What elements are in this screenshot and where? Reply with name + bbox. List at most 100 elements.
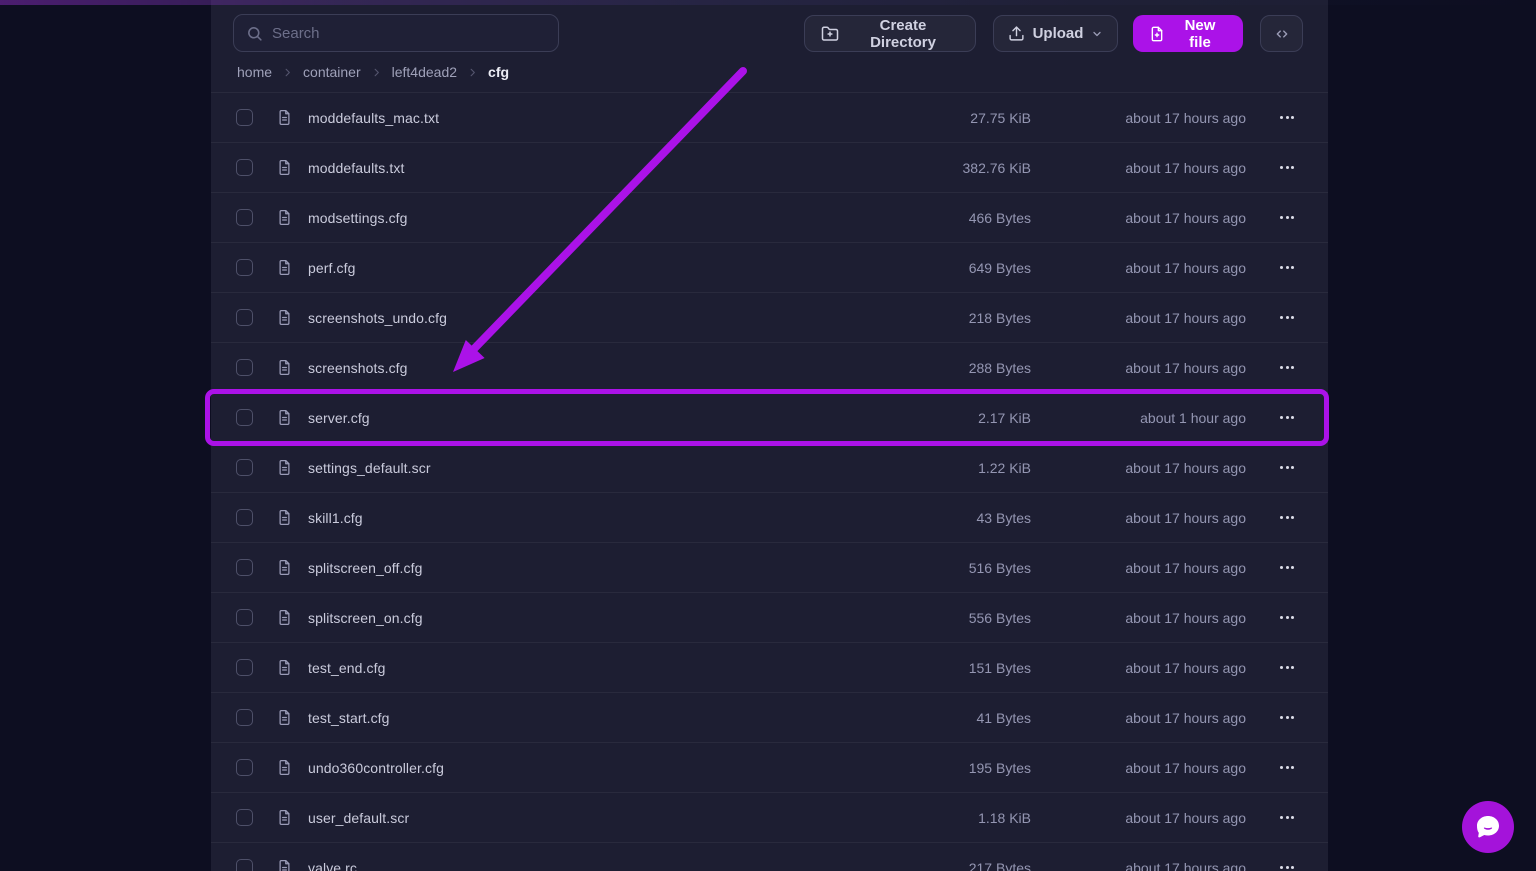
file-name[interactable]: skill1.cfg: [308, 510, 363, 526]
search-input[interactable]: [272, 25, 546, 42]
file-icon: [277, 109, 292, 126]
row-checkbox[interactable]: [236, 409, 253, 426]
ellipsis-icon: [1280, 566, 1283, 569]
row-menu-button[interactable]: [1273, 506, 1301, 530]
file-name[interactable]: test_start.cfg: [308, 710, 390, 726]
row-menu-button[interactable]: [1273, 106, 1301, 130]
ellipsis-icon: [1286, 116, 1289, 119]
row-checkbox[interactable]: [236, 709, 253, 726]
table-row[interactable]: valve.rc 217 Bytes about 17 hours ago: [211, 842, 1328, 871]
create-directory-label: Create Directory: [847, 17, 959, 51]
row-menu-button[interactable]: [1273, 156, 1301, 180]
table-row[interactable]: test_end.cfg 151 Bytes about 17 hours ag…: [211, 642, 1328, 692]
table-row[interactable]: settings_default.scr 1.22 KiB about 17 h…: [211, 442, 1328, 492]
row-checkbox[interactable]: [236, 759, 253, 776]
file-size: 556 Bytes: [969, 593, 1031, 642]
file-name[interactable]: user_default.scr: [308, 810, 409, 826]
create-directory-button[interactable]: Create Directory: [804, 15, 976, 52]
ellipsis-icon: [1291, 116, 1294, 119]
file-name[interactable]: moddefaults_mac.txt: [308, 110, 439, 126]
file-name[interactable]: splitscreen_on.cfg: [308, 610, 423, 626]
row-checkbox[interactable]: [236, 609, 253, 626]
table-row[interactable]: perf.cfg 649 Bytes about 17 hours ago: [211, 242, 1328, 292]
row-menu-button[interactable]: [1273, 806, 1301, 830]
row-checkbox[interactable]: [236, 509, 253, 526]
row-checkbox[interactable]: [236, 809, 253, 826]
search-icon: [246, 25, 263, 42]
ellipsis-icon: [1280, 616, 1283, 619]
code-view-button[interactable]: [1260, 15, 1303, 52]
table-row[interactable]: server.cfg 2.17 KiB about 1 hour ago: [211, 392, 1328, 442]
table-row[interactable]: screenshots_undo.cfg 218 Bytes about 17 …: [211, 292, 1328, 342]
table-row[interactable]: skill1.cfg 43 Bytes about 17 hours ago: [211, 492, 1328, 542]
file-size: 2.17 KiB: [978, 393, 1031, 442]
file-name[interactable]: settings_default.scr: [308, 460, 431, 476]
file-modified: about 17 hours ago: [1125, 293, 1246, 342]
row-menu-button[interactable]: [1273, 556, 1301, 580]
file-modified: about 17 hours ago: [1125, 643, 1246, 692]
row-menu-button[interactable]: [1273, 256, 1301, 280]
row-menu-button[interactable]: [1273, 856, 1301, 871]
ellipsis-icon: [1286, 416, 1289, 419]
ellipsis-icon: [1291, 766, 1294, 769]
row-menu-button[interactable]: [1273, 606, 1301, 630]
row-checkbox[interactable]: [236, 359, 253, 376]
row-checkbox[interactable]: [236, 209, 253, 226]
breadcrumb-item-left4dead2[interactable]: left4dead2: [392, 64, 457, 80]
ellipsis-icon: [1280, 316, 1283, 319]
row-menu-button[interactable]: [1273, 656, 1301, 680]
ellipsis-icon: [1286, 316, 1289, 319]
file-modified: about 1 hour ago: [1140, 393, 1246, 442]
table-row[interactable]: undo360controller.cfg 195 Bytes about 17…: [211, 742, 1328, 792]
file-icon: [277, 609, 292, 626]
row-menu-button[interactable]: [1273, 306, 1301, 330]
row-menu-button[interactable]: [1273, 356, 1301, 380]
table-row[interactable]: moddefaults.txt 382.76 KiB about 17 hour…: [211, 142, 1328, 192]
file-name[interactable]: splitscreen_off.cfg: [308, 560, 422, 576]
new-file-button[interactable]: New file: [1133, 15, 1243, 52]
row-menu-button[interactable]: [1273, 756, 1301, 780]
row-checkbox[interactable]: [236, 309, 253, 326]
file-name[interactable]: screenshots.cfg: [308, 360, 408, 376]
file-name[interactable]: valve.rc: [308, 860, 357, 871]
ellipsis-icon: [1291, 616, 1294, 619]
breadcrumb-item-home[interactable]: home: [237, 64, 272, 80]
file-name[interactable]: server.cfg: [308, 410, 370, 426]
row-checkbox[interactable]: [236, 109, 253, 126]
ellipsis-icon: [1291, 416, 1294, 419]
breadcrumb-item-container[interactable]: container: [303, 64, 361, 80]
table-row[interactable]: screenshots.cfg 288 Bytes about 17 hours…: [211, 342, 1328, 392]
row-menu-button[interactable]: [1273, 456, 1301, 480]
row-menu-button[interactable]: [1273, 206, 1301, 230]
file-name[interactable]: test_end.cfg: [308, 660, 385, 676]
file-name[interactable]: modsettings.cfg: [308, 210, 408, 226]
file-size: 43 Bytes: [977, 493, 1031, 542]
ellipsis-icon: [1291, 516, 1294, 519]
table-row[interactable]: splitscreen_on.cfg 556 Bytes about 17 ho…: [211, 592, 1328, 642]
file-name[interactable]: screenshots_undo.cfg: [308, 310, 447, 326]
chat-icon: [1473, 812, 1503, 842]
file-modified: about 17 hours ago: [1125, 243, 1246, 292]
row-menu-button[interactable]: [1273, 406, 1301, 430]
row-checkbox[interactable]: [236, 659, 253, 676]
upload-button[interactable]: Upload: [993, 15, 1118, 52]
row-menu-button[interactable]: [1273, 706, 1301, 730]
file-name[interactable]: moddefaults.txt: [308, 160, 404, 176]
table-row[interactable]: user_default.scr 1.18 KiB about 17 hours…: [211, 792, 1328, 842]
ellipsis-icon: [1280, 766, 1283, 769]
table-row[interactable]: modsettings.cfg 466 Bytes about 17 hours…: [211, 192, 1328, 242]
search-box[interactable]: [233, 14, 559, 52]
row-checkbox[interactable]: [236, 259, 253, 276]
row-checkbox[interactable]: [236, 559, 253, 576]
chat-button[interactable]: [1462, 801, 1514, 853]
table-row[interactable]: splitscreen_off.cfg 516 Bytes about 17 h…: [211, 542, 1328, 592]
file-name[interactable]: perf.cfg: [308, 260, 356, 276]
row-checkbox[interactable]: [236, 159, 253, 176]
file-modified: about 17 hours ago: [1125, 743, 1246, 792]
row-checkbox[interactable]: [236, 459, 253, 476]
file-name[interactable]: undo360controller.cfg: [308, 760, 444, 776]
row-checkbox[interactable]: [236, 859, 253, 871]
table-row[interactable]: moddefaults_mac.txt 27.75 KiB about 17 h…: [211, 92, 1328, 142]
ellipsis-icon: [1286, 216, 1289, 219]
table-row[interactable]: test_start.cfg 41 Bytes about 17 hours a…: [211, 692, 1328, 742]
